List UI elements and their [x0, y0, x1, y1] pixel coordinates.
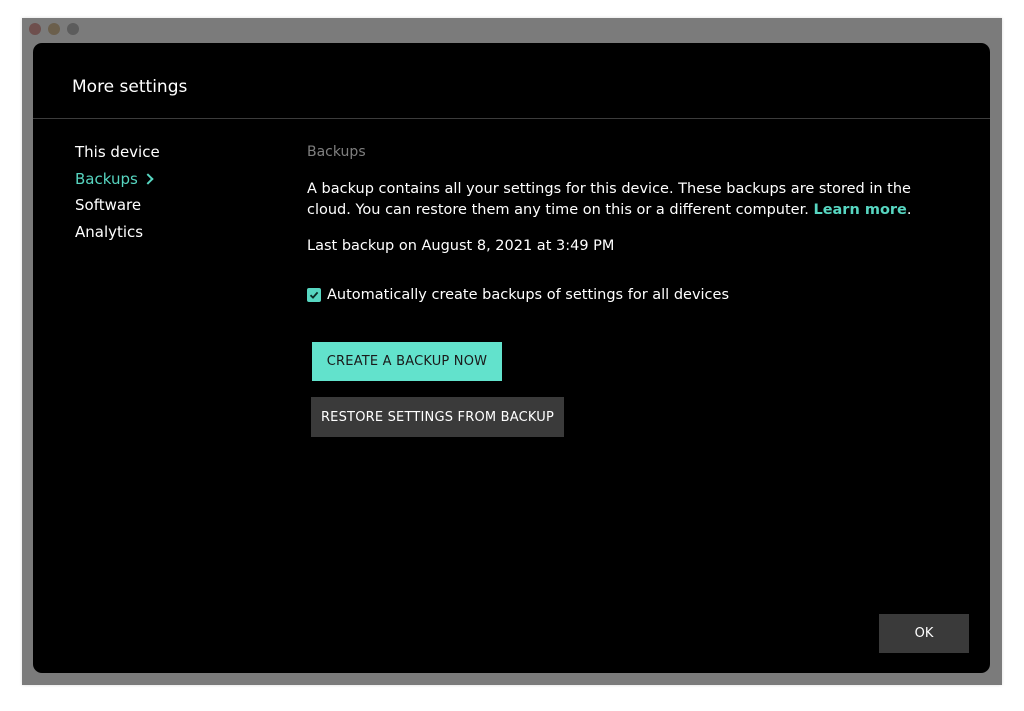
more-settings-dialog: More settings This device Backups Softwa… — [33, 43, 990, 673]
sidebar-item-label: Analytics — [75, 222, 144, 241]
sidebar-item-analytics[interactable]: Analytics — [75, 223, 160, 250]
sidebar-item-software[interactable]: Software — [75, 196, 160, 223]
close-window-button[interactable] — [29, 23, 41, 35]
learn-more-link[interactable]: Learn more — [813, 202, 906, 218]
dialog-title: More settings — [72, 77, 188, 97]
sidebar-item-this-device[interactable]: This device — [75, 143, 160, 170]
title-divider — [33, 118, 990, 119]
backups-panel: Backups A backup contains all your setti… — [307, 143, 947, 437]
last-backup-status: Last backup on August 8, 2021 at 3:49 PM — [307, 238, 615, 254]
backup-description: A backup contains all your settings for … — [307, 179, 947, 221]
sidebar-item-label: Software — [75, 196, 142, 214]
auto-backup-label: Automatically create backups of settings… — [327, 287, 729, 303]
section-heading: Backups — [307, 144, 366, 160]
sidebar-item-backups[interactable]: Backups — [75, 170, 160, 197]
window-controls — [29, 23, 79, 35]
auto-backup-option[interactable]: Automatically create backups of settings… — [307, 287, 729, 303]
settings-sidebar: This device Backups Software Analytics — [75, 143, 160, 249]
ok-button[interactable]: OK — [879, 614, 969, 653]
description-period: . — [906, 202, 912, 218]
minimize-window-button[interactable] — [48, 23, 60, 35]
create-backup-button[interactable]: CREATE A BACKUP NOW — [312, 342, 502, 381]
auto-backup-checkbox[interactable] — [307, 288, 321, 302]
restore-settings-button[interactable]: RESTORE SETTINGS FROM BACKUP — [311, 397, 564, 437]
checkmark-icon — [309, 291, 319, 299]
chevron-right-icon — [142, 172, 154, 185]
sidebar-item-label: This device — [75, 143, 160, 161]
sidebar-item-label: Backups — [75, 169, 138, 188]
maximize-window-button[interactable] — [67, 23, 79, 35]
